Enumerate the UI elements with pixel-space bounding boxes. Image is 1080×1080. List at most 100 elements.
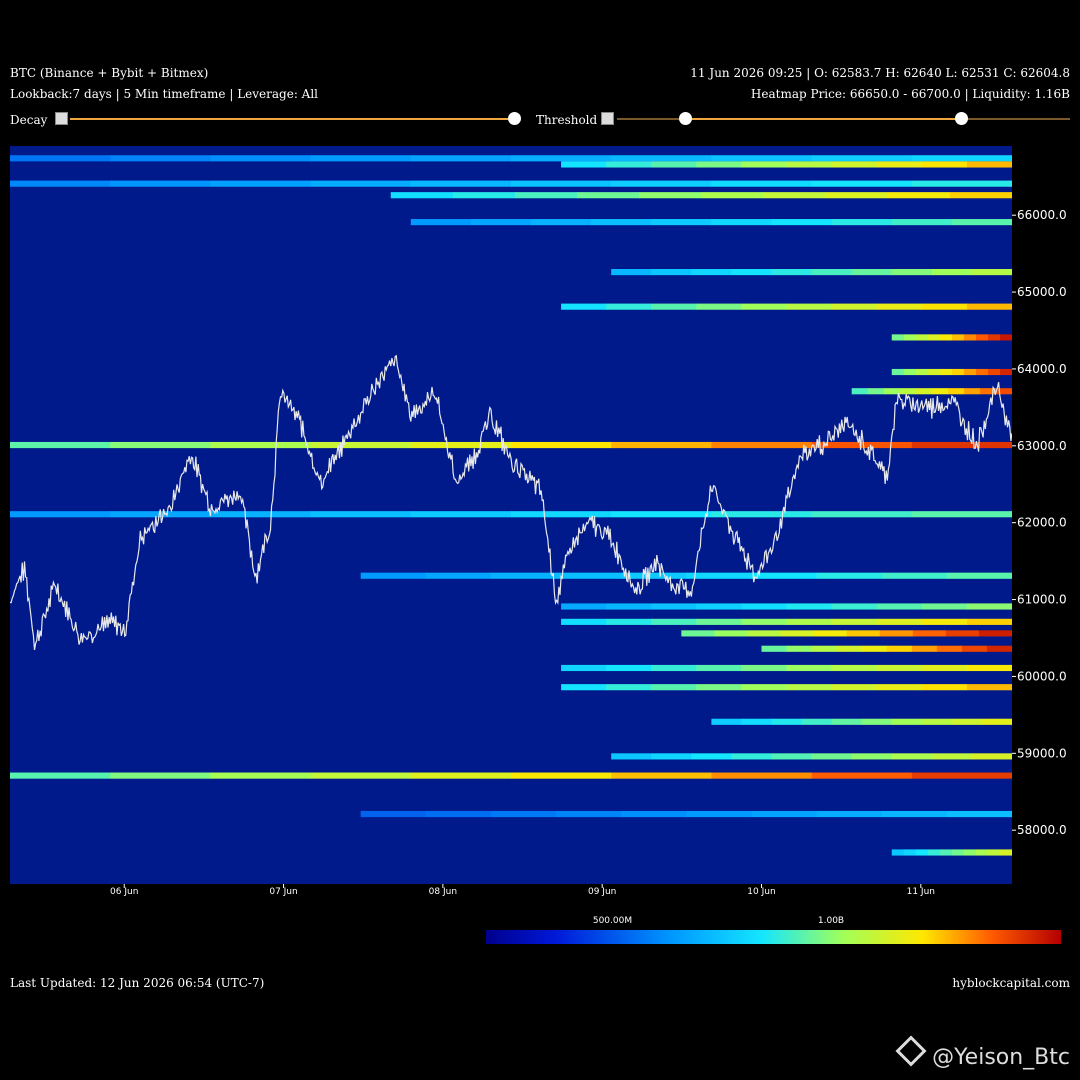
liquidity-band [425, 810, 492, 818]
decay-slider-handle[interactable] [508, 112, 521, 125]
liquidity-band [911, 155, 1012, 162]
liquidity-band [927, 368, 941, 376]
x-tick-label: 10 Jun [747, 887, 775, 897]
liquidity-band [561, 303, 607, 310]
liquidity-band [511, 772, 612, 779]
liquidity-band [891, 718, 923, 725]
liquidity-band [946, 572, 1012, 579]
liquidity-band [966, 603, 1012, 610]
liquidity-band [711, 718, 742, 725]
liquidity-band [691, 753, 732, 760]
liquidity-band [696, 603, 742, 610]
liquidity-band [987, 368, 1001, 376]
liquidity-band [899, 388, 917, 395]
liquidity-band [651, 269, 692, 276]
liquidity-band [611, 511, 712, 518]
liquidity-band [10, 441, 111, 449]
liquidity-band [921, 718, 953, 725]
watermark-text: @Yeison_Btc [932, 1045, 1070, 1070]
decay-toggle-icon[interactable] [55, 112, 69, 125]
liquidity-band [390, 192, 454, 199]
liquidity-band [915, 334, 929, 341]
liquidity-band [978, 630, 1012, 637]
liquidity-band [741, 618, 788, 625]
site-link[interactable]: hyblockcapital.com [952, 976, 1070, 990]
liquidity-band [975, 368, 989, 376]
liquidity-band [946, 810, 1012, 818]
liquidity-band [310, 180, 412, 187]
liquidity-band [881, 810, 948, 818]
threshold-slider-low-handle[interactable] [678, 112, 692, 125]
liquidity-band [831, 161, 878, 168]
liquidation-heatmap-chart: 66000.0 65000.0 64000.0 63000.0 62000.0 61000… [10, 146, 1067, 944]
liquidity-band [975, 849, 989, 856]
liquidity-band [771, 718, 803, 725]
liquidity-band [891, 269, 933, 276]
liquidity-band [851, 269, 893, 276]
liquidity-band [876, 664, 923, 672]
liquidity-band [731, 269, 773, 276]
liquidity-band [410, 511, 512, 518]
y-tick-label: 58000.0 [1017, 823, 1067, 837]
liquidity-band [410, 219, 472, 226]
liquidity-band [886, 645, 913, 652]
liquidity-band [786, 603, 833, 610]
liquidity-band [801, 718, 833, 725]
liquidity-band [696, 618, 742, 625]
chart-title: BTC (Binance + Bybit + Bitmex) [10, 66, 209, 80]
liquidity-band [851, 753, 893, 760]
liquidity-band [966, 664, 1012, 672]
decay-slider-track[interactable] [70, 118, 514, 120]
liquidity-band [811, 269, 853, 276]
liquidity-band [763, 192, 827, 199]
liquidity-band [696, 161, 742, 168]
liquidity-band [741, 684, 788, 691]
liquidity-band [714, 630, 748, 637]
colorbar-label: 500.00M [593, 916, 632, 926]
liquidity-band [816, 810, 883, 818]
chart-subtitle: Lookback:7 days | 5 Min timeframe | Leve… [10, 87, 319, 101]
liquidity-band [515, 192, 578, 199]
colorbar [486, 930, 1061, 944]
liquidity-band [531, 219, 592, 226]
liquidity-band [511, 180, 612, 187]
y-axis: 66000.0 65000.0 64000.0 63000.0 62000.0 61000… [1012, 208, 1067, 837]
liquidity-band [786, 161, 833, 168]
liquidity-band [561, 664, 607, 672]
x-tick-label: 11 Jun [907, 887, 935, 897]
liquidity-band [861, 718, 893, 725]
liquidity-band [831, 664, 878, 672]
liquidity-band [621, 810, 687, 818]
liquidity-band [966, 161, 1012, 168]
heatmap-price-readout: Heatmap Price: 66650.0 - 66700.0 | Liqui… [750, 87, 1070, 101]
liquidity-band [425, 572, 492, 579]
liquidity-band [651, 303, 697, 310]
threshold-control: Threshold [536, 112, 615, 127]
liquidity-band [903, 334, 917, 341]
liquidity-band [751, 810, 818, 818]
liquidity-band [10, 511, 111, 518]
threshold-slider-high-handle[interactable] [955, 112, 969, 125]
liquidity-band [987, 849, 1001, 856]
liquidity-band [651, 161, 697, 168]
liquidity-band [961, 645, 988, 652]
liquidity-band [986, 645, 1012, 652]
liquidity-band [813, 630, 848, 637]
liquidity-band [310, 441, 412, 449]
liquidity-band [561, 161, 607, 168]
liquidity-band [921, 684, 968, 691]
y-tick-label: 60000.0 [1017, 669, 1067, 683]
liquidity-band [951, 219, 1012, 226]
liquidity-band [606, 618, 652, 625]
liquidity-band [921, 603, 968, 610]
liquidity-band [310, 772, 412, 779]
threshold-toggle-icon[interactable] [601, 112, 615, 125]
liquidity-band [786, 303, 833, 310]
liquidity-band [686, 572, 752, 579]
last-updated: Last Updated: 12 Jun 2026 06:54 (UTC-7) [10, 976, 265, 990]
liquidity-band [651, 618, 697, 625]
liquidity-band [651, 753, 692, 760]
liquidity-band [891, 849, 905, 856]
liquidity-band [887, 192, 951, 199]
liquidity-band [711, 219, 773, 226]
